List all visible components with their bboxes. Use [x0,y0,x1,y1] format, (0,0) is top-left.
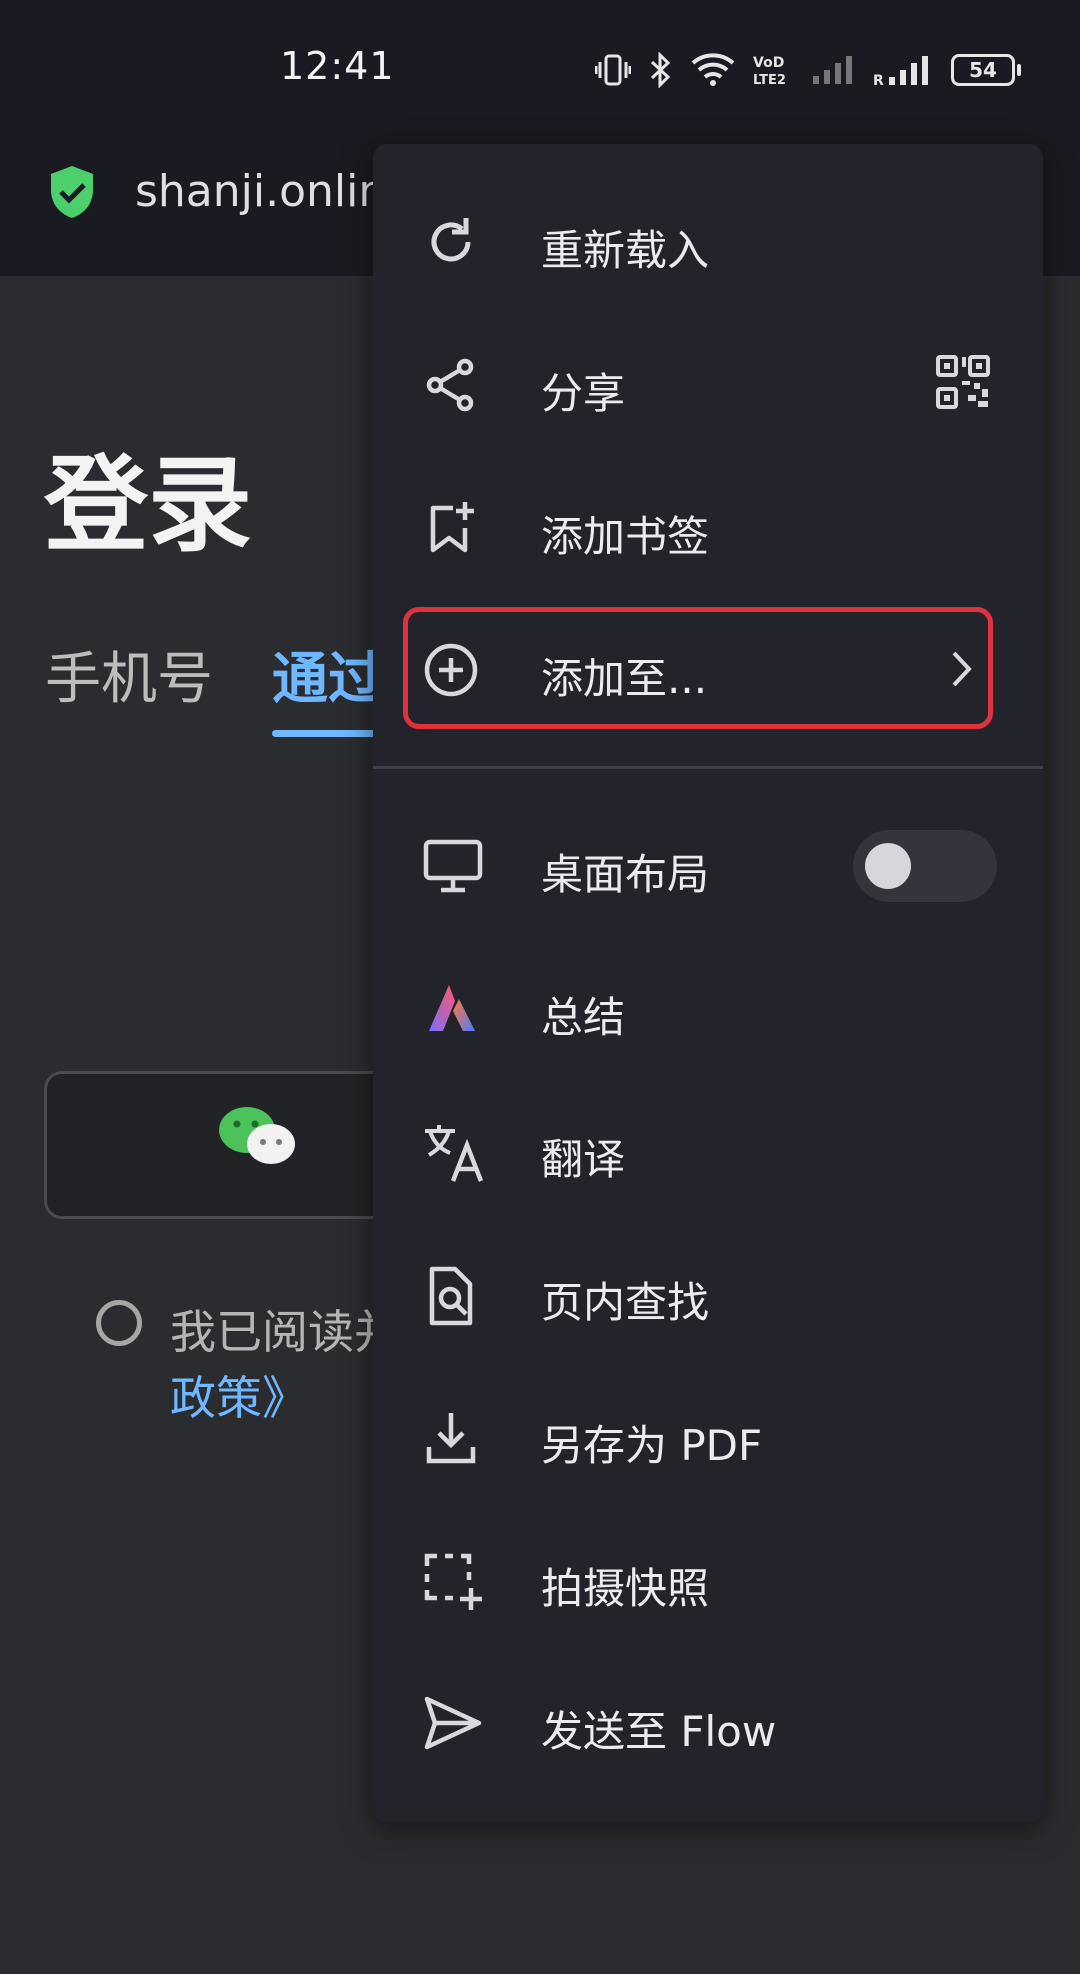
url-text[interactable]: shanji.online [135,166,413,217]
wechat-icon [217,1104,297,1168]
menu-item-save-pdf[interactable]: 另存为 PDF [373,1382,1043,1492]
snapshot-icon [423,1552,482,1610]
qr-code-icon[interactable] [935,354,991,410]
menu-divider [373,766,1043,769]
send-icon [423,1695,482,1751]
tab-active-indicator [272,730,382,737]
menu-item-label: 添加书签 [541,512,710,561]
add-circle-icon [423,642,479,698]
agree-radio[interactable] [96,1300,142,1346]
menu-item-share[interactable]: 分享 [373,330,1043,440]
page-title: 登录 [44,444,253,566]
toggle-knob [865,843,911,889]
menu-item-add-to[interactable]: 添加至... [373,615,1043,725]
translate-icon [423,1123,484,1182]
volte-icon: VoD LTE2 [753,53,793,87]
agree-text: 我已阅读并 [170,1305,400,1359]
menu-item-label: 另存为 PDF [541,1421,763,1470]
tab-phone[interactable]: 手机号 [45,634,213,715]
reload-icon [423,214,479,270]
vibrate-icon [595,53,631,87]
menu-item-bookmark[interactable]: 添加书签 [373,473,1043,583]
download-icon [423,1409,479,1465]
menu-item-label: 添加至... [541,654,708,703]
wifi-icon [691,53,735,87]
battery-icon: 54 [951,54,1021,86]
desktop-icon [423,838,483,894]
desktop-layout-toggle[interactable] [853,830,997,902]
overflow-menu: 重新载入 分享 添加书签 添加至... 桌面布局 总结 翻译 页内查找 另存为 … [373,144,1043,1822]
shield-check-icon[interactable] [48,164,96,220]
chevron-right-icon [949,649,973,689]
menu-item-summary[interactable]: 总结 [373,954,1043,1064]
signal-roaming-icon: R [873,53,933,87]
svg-text:LTE2: LTE2 [753,73,786,87]
menu-item-label: 分享 [541,369,626,418]
menu-item-send-to-flow[interactable]: 发送至 Flow [373,1668,1043,1778]
bluetooth-icon [649,52,673,88]
menu-item-reload[interactable]: 重新载入 [373,187,1043,297]
menu-item-label: 翻译 [541,1135,626,1184]
menu-item-label: 总结 [541,993,626,1042]
menu-item-label: 页内查找 [541,1278,710,1327]
status-bar: 12:41 VoD LTE2 R 54 [0,0,1080,140]
status-icons: VoD LTE2 R 54 [595,48,1021,92]
menu-item-find-in-page[interactable]: 页内查找 [373,1239,1043,1349]
menu-item-label: 重新载入 [541,226,710,275]
menu-item-label: 发送至 Flow [541,1707,777,1756]
svg-text:VoD: VoD [753,55,784,71]
svg-text:R: R [873,73,884,87]
menu-item-label: 拍摄快照 [541,1564,710,1613]
menu-item-translate[interactable]: 翻译 [373,1096,1043,1206]
find-in-page-icon [423,1266,479,1326]
status-time: 12:41 [280,44,395,88]
signal-icon [811,54,855,86]
menu-item-snapshot[interactable]: 拍摄快照 [373,1525,1043,1635]
menu-item-label: 桌面布局 [541,850,710,899]
summary-app-icon [423,981,479,1037]
share-icon [423,357,479,413]
bookmark-add-icon [423,500,479,556]
privacy-policy-link[interactable]: 政策》 [170,1362,308,1428]
tab-verify[interactable]: 通过 [272,634,384,715]
